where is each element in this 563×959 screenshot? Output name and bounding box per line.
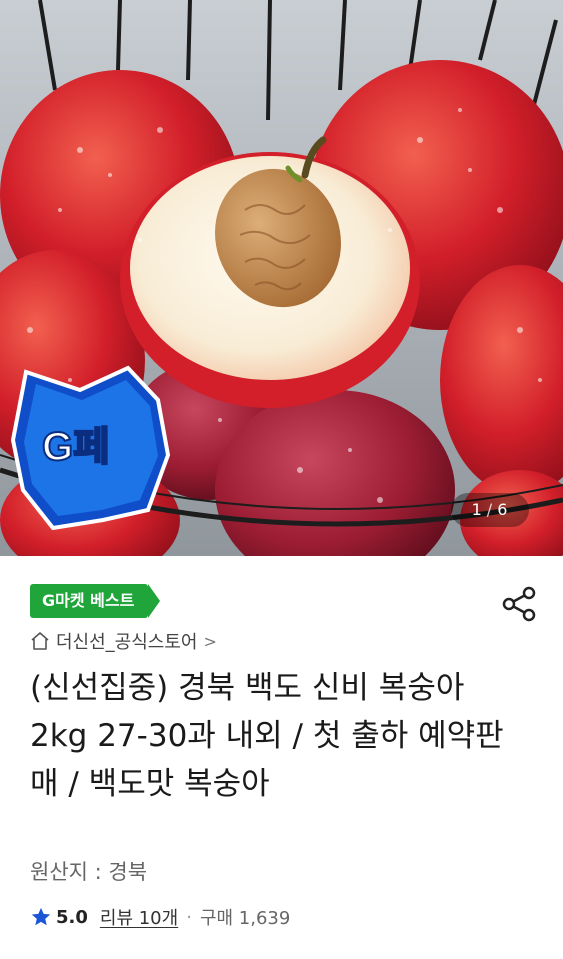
separator-dot: ·	[186, 906, 192, 928]
pager-separator: /	[486, 500, 494, 519]
product-image-carousel[interactable]: G페 1/6	[0, 0, 563, 556]
pager-current: 1	[471, 500, 483, 519]
store-name: 더신선_공식스토어	[56, 632, 198, 653]
share-icon[interactable]	[500, 584, 540, 624]
gmarket-best-tag: G마켓 베스트	[30, 584, 161, 618]
image-pager: 1/6	[451, 493, 529, 527]
badge-text: G페	[42, 425, 110, 469]
home-icon	[31, 632, 49, 650]
store-link[interactable]: 더신선_공식스토어 >	[30, 628, 217, 654]
rating-row: 5.0 리뷰 10개 · 구매 1,639	[30, 903, 290, 931]
chevron-right-icon: >	[203, 631, 217, 651]
rating-score: 5.0	[56, 906, 88, 928]
origin-label: 원산지 : 경북	[30, 860, 148, 884]
product-title: (신선집중) 경북 백도 신비 복숭아 2kg 27-30과 내외 / 첫 출하…	[30, 670, 504, 802]
g-pay-badge: G페	[10, 365, 171, 530]
purchase-count: 구매 1,639	[199, 908, 291, 929]
star-icon	[31, 907, 51, 926]
review-link[interactable]: 리뷰 10개	[100, 904, 178, 930]
pager-total: 6	[497, 500, 509, 519]
